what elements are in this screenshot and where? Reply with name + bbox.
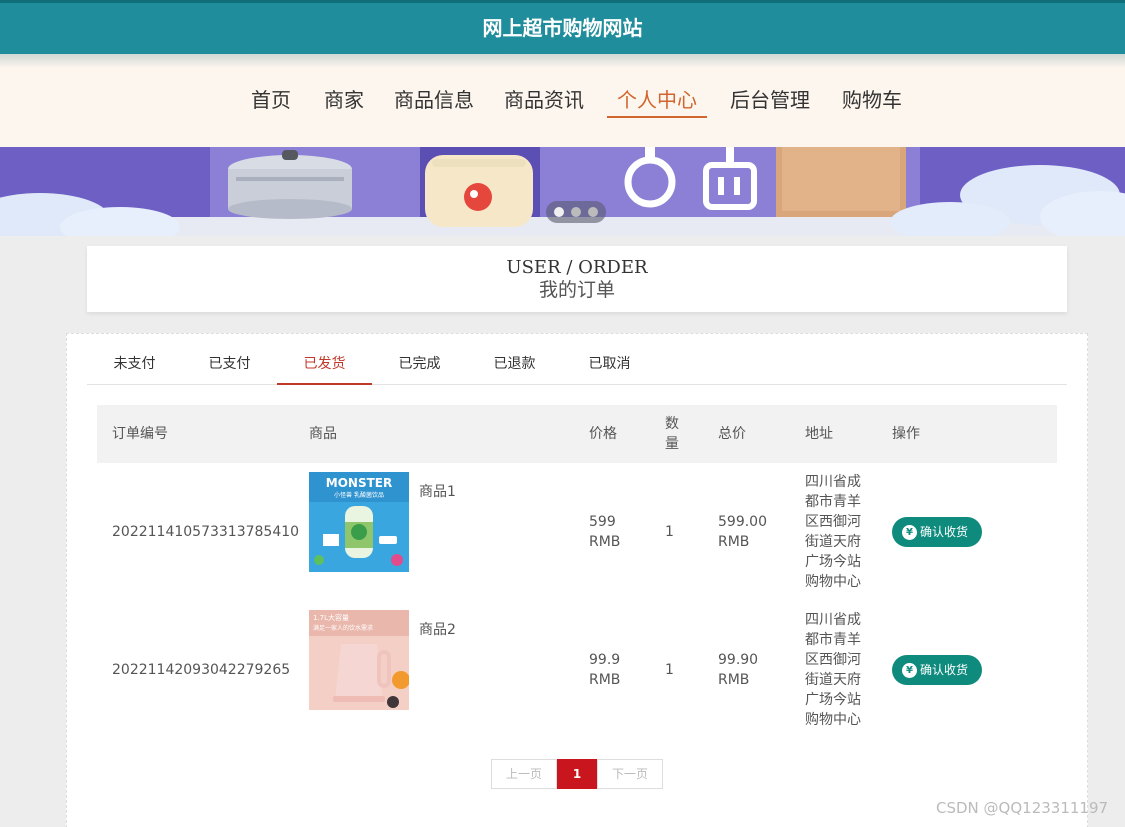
tab-refunded[interactable]: 已退款 — [467, 346, 562, 385]
header-action: 操作 — [892, 426, 920, 442]
confirm-receipt-label: 确认收货 — [920, 525, 969, 539]
carousel-indicator — [546, 201, 606, 223]
tab-shipped[interactable]: 已发货 — [277, 346, 372, 385]
header-address: 地址 — [805, 426, 833, 442]
header-product: 商品 — [309, 426, 337, 442]
product-text-line2: 满足一家人的饮水需求 — [313, 624, 373, 632]
nav-item-merchants[interactable]: 商家 — [324, 86, 364, 118]
carousel-dot-1[interactable] — [554, 207, 564, 217]
price-unit: RMB — [589, 534, 621, 550]
total-unit: RMB — [718, 672, 750, 688]
nav-item-cart[interactable]: 购物车 — [842, 86, 902, 118]
page-title-card: USER / ORDER 我的订单 — [87, 246, 1067, 312]
address: 四川省成都市青羊区西御河街道天府广场今站购物中心 — [805, 612, 861, 728]
product-brand-text: MONSTER — [326, 476, 392, 490]
order-number: 202211410573313785410 — [112, 524, 300, 540]
site-title: 网上超市购物网站 — [482, 16, 643, 40]
product-image-kettle: 1.7L大容量 满足一家人的饮水需求 — [309, 610, 409, 710]
header-total: 总价 — [718, 426, 746, 442]
main-nav: 首页 商家 商品信息 商品资讯 个人中心 后台管理 购物车 — [0, 86, 1125, 122]
product-image-monster: MONSTER 小怪兽 乳酸菌饮品 — [309, 472, 409, 572]
yen-icon: ¥ — [902, 663, 917, 678]
address: 四川省成都市青羊区西御河街道天府广场今站购物中心 — [805, 474, 861, 590]
nav-item-home[interactable]: 首页 — [251, 86, 291, 118]
nav-item-products[interactable]: 商品信息 — [394, 86, 474, 118]
prev-page-button[interactable]: 上一页 — [491, 759, 557, 789]
tab-paid[interactable]: 已支付 — [182, 346, 277, 385]
total-unit: RMB — [718, 534, 750, 550]
page-title-cn: 我的订单 — [538, 279, 615, 301]
site-title-bar: 网上超市购物网站 — [0, 0, 1125, 54]
watermark: CSDN @QQ123311197 — [936, 799, 1109, 817]
product-sub-text: 小怪兽 乳酸菌饮品 — [334, 491, 384, 499]
tab-unpaid[interactable]: 未支付 — [87, 346, 182, 385]
next-page-button[interactable]: 下一页 — [597, 759, 663, 789]
product-text-line1: 1.7L大容量 — [313, 613, 349, 622]
quantity: 1 — [665, 524, 674, 540]
product-name[interactable]: 商品1 — [419, 482, 456, 502]
nav-shadow — [0, 54, 1125, 68]
price-value: 99.9 — [589, 652, 621, 668]
yen-icon: ¥ — [902, 525, 917, 540]
total-value: 599.00 — [718, 514, 767, 530]
confirm-receipt-button[interactable]: ¥ 确认收货 — [892, 655, 982, 685]
page-title-en: USER / ORDER — [506, 257, 648, 278]
product-image[interactable]: 1.7L大容量 满足一家人的饮水需求 — [309, 610, 409, 710]
order-number: 20221142093042279265 — [112, 662, 291, 678]
header-qty: 数量 — [665, 416, 679, 452]
total-value: 99.90 — [718, 652, 759, 668]
orders-table-header: 订单编号 商品 价格 数量 总价 地址 操作 — [97, 405, 1057, 463]
tab-cancelled[interactable]: 已取消 — [562, 346, 657, 385]
nav-item-news[interactable]: 商品资讯 — [504, 86, 584, 118]
carousel-dot-3[interactable] — [588, 207, 598, 217]
header-price: 价格 — [589, 426, 617, 442]
page-1-button[interactable]: 1 — [557, 759, 597, 789]
product-image[interactable]: MONSTER 小怪兽 乳酸菌饮品 — [309, 472, 409, 572]
confirm-receipt-button[interactable]: ¥ 确认收货 — [892, 517, 982, 547]
tab-completed[interactable]: 已完成 — [372, 346, 467, 385]
price-value: 599 — [589, 514, 616, 530]
header-order-no: 订单编号 — [112, 426, 168, 442]
order-status-tabs: 未支付 已支付 已发货 已完成 已退款 已取消 — [87, 346, 1067, 385]
product-name[interactable]: 商品2 — [419, 620, 456, 640]
carousel-dot-2[interactable] — [571, 207, 581, 217]
quantity: 1 — [665, 662, 674, 678]
confirm-receipt-label: 确认收货 — [920, 663, 969, 677]
price-unit: RMB — [589, 672, 621, 688]
nav-item-admin[interactable]: 后台管理 — [730, 86, 810, 118]
nav-item-user-center[interactable]: 个人中心 — [607, 86, 707, 118]
